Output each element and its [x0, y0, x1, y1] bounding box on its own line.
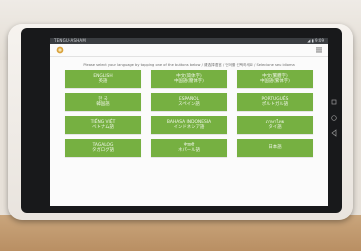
language-button-sublabel: スペイン語	[178, 102, 200, 107]
language-button-nepali[interactable]: नेपाली ネパール語	[151, 139, 227, 157]
language-button-sublabel: 日本語	[268, 145, 282, 151]
menu-icon[interactable]	[316, 47, 322, 53]
language-button-japanese[interactable]: 日本語	[237, 139, 313, 157]
language-button-korean[interactable]: 한 국 韓国語	[65, 93, 141, 111]
app-bar	[50, 44, 328, 57]
language-button-chinese-traditional[interactable]: 中文(繁體字) 中国語(繁体字)	[237, 70, 313, 88]
language-button-sublabel: ベトナム語	[92, 125, 114, 130]
language-button-sublabel: インドネシア語	[173, 125, 205, 130]
home-icon[interactable]	[331, 115, 337, 121]
language-button-vietnamese[interactable]: TIẾNG VIỆT ベトナム語	[65, 116, 141, 134]
language-button-sublabel: ネパール語	[178, 148, 200, 153]
tablet-device: TENGU-ASHAM ◢ ▮ 9:09 Please select your …	[8, 24, 353, 220]
tablet-screen: TENGU-ASHAM ◢ ▮ 9:09 Please select your …	[50, 38, 328, 206]
language-button-sublabel: 中国語(繁体字)	[260, 79, 290, 84]
language-button-sublabel: 韓国語	[96, 102, 110, 107]
language-button-chinese-simplified[interactable]: 中文(简体字) 中国語(簡体字)	[151, 70, 227, 88]
recents-icon[interactable]	[331, 99, 337, 105]
instruction-text: Please select your language by tapping o…	[83, 63, 295, 67]
language-button-sublabel: タガログ語	[92, 148, 114, 153]
back-icon[interactable]	[331, 129, 337, 137]
language-button-sublabel: ポルトガル語	[261, 102, 289, 107]
language-button-thai[interactable]: ภาษาไทย タイ語	[237, 116, 313, 134]
language-button-indonesian[interactable]: BAHASA INDONESIA インドネシア語	[151, 116, 227, 134]
language-button-spanish[interactable]: ESPAÑOL スペイン語	[151, 93, 227, 111]
android-nav-buttons	[331, 99, 337, 137]
language-button-portuguese[interactable]: PORTUGUÊS ポルトガル語	[237, 93, 313, 111]
language-button-english[interactable]: ENGLISH 英語	[65, 70, 141, 88]
language-button-tagalog[interactable]: TAGALOG タガログ語	[65, 139, 141, 157]
language-grid: ENGLISH 英語 中文(简体字) 中国語(簡体字) 中文(繁體字) 中国語(…	[65, 70, 315, 157]
app-logo-icon	[56, 46, 64, 54]
language-button-sublabel: 中国語(簡体字)	[174, 79, 204, 84]
language-button-sublabel: 英語	[98, 79, 108, 84]
language-button-sublabel: タイ語	[268, 125, 282, 130]
tablet-bezel: TENGU-ASHAM ◢ ▮ 9:09 Please select your …	[21, 28, 342, 213]
background-table	[0, 215, 361, 251]
